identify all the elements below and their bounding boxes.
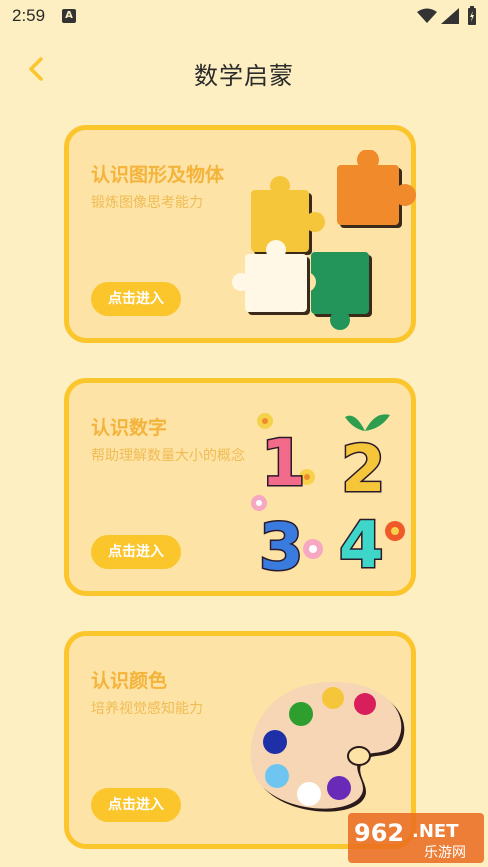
header: 数学启蒙 (0, 40, 488, 100)
notification-a-icon: A (62, 9, 76, 23)
card-shapes[interactable]: 认识图形及物体 锻炼图像思考能力 点击进入 (64, 125, 416, 343)
digit-2: 2 (341, 433, 386, 507)
battery-charging-icon (468, 6, 476, 25)
card-title: 认识数字 (91, 417, 168, 439)
status-bar: 2:59 A (0, 0, 488, 34)
card-subtitle: 培养视觉感知能力 (91, 701, 203, 717)
card-title: 认识颜色 (91, 670, 168, 692)
enter-button[interactable]: 点击进入 (91, 535, 181, 569)
digit-4: 4 (339, 509, 384, 583)
watermark-net: .NET (412, 821, 459, 842)
card-title: 认识图形及物体 (91, 164, 225, 186)
numbers-illustration: 1 2 3 4 (251, 413, 405, 584)
enter-button[interactable]: 点击进入 (91, 282, 181, 316)
enter-button[interactable]: 点击进入 (91, 788, 181, 822)
paint-palette-illustration (250, 682, 405, 812)
card-subtitle: 锻炼图像思考能力 (91, 195, 203, 211)
watermark-logo: 962 .NET 乐游网 (348, 813, 484, 863)
digit-3: 3 (259, 511, 304, 584)
signal-icon (441, 8, 459, 24)
digit-1: 1 (261, 427, 306, 501)
watermark-number: 962 (354, 819, 404, 847)
puzzle-pieces-illustration (232, 150, 416, 330)
card-numbers[interactable]: 认识数字 帮助理解数量大小的概念 点击进入 1 2 3 4 (64, 378, 416, 596)
card-subtitle: 帮助理解数量大小的概念 (91, 448, 245, 464)
watermark-text: 乐游网 (424, 845, 466, 861)
wifi-icon (417, 8, 437, 23)
status-time: 2:59 (12, 6, 46, 25)
page-title: 数学启蒙 (194, 62, 294, 90)
